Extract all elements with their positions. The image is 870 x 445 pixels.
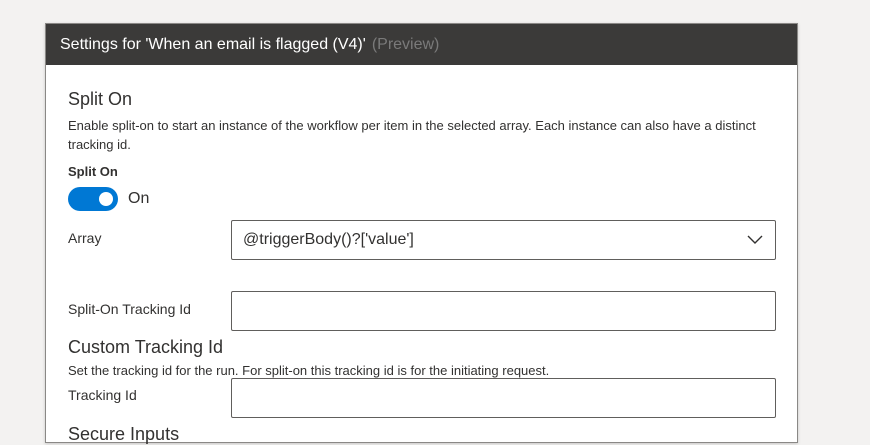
dialog-header: Settings for 'When an email is flagged (… [46,24,797,65]
split-on-toggle-state: On [128,190,150,207]
preview-label: (Preview) [371,35,440,53]
secure-inputs-section-title: Secure Inputs [68,424,180,444]
settings-dialog: Settings for 'When an email is flagged (… [45,23,798,444]
custom-tracking-section-title: Custom Tracking Id [68,337,224,357]
split-on-toggle[interactable] [68,187,118,211]
chevron-down-icon[interactable] [735,221,775,259]
dialog-title: Settings for 'When an email is flagged (… [60,35,366,53]
split-on-tracking-id-input[interactable] [231,291,776,331]
split-on-section-title: Split On [68,89,133,109]
toggle-knob [99,192,113,206]
split-on-description: Enable split-on to start an instance of … [68,118,756,152]
split-on-toggle-label: Split On [68,164,118,179]
tracking-id-label: Tracking Id [68,387,137,403]
tracking-id-input[interactable] [231,378,776,418]
array-label: Array [68,230,102,246]
split-on-toggle-row: On [68,187,149,211]
split-on-tracking-id-label: Split-On Tracking Id [68,301,191,317]
array-dropdown[interactable]: @triggerBody()?['value'] [231,220,776,260]
array-dropdown-value: @triggerBody()?['value'] [243,231,414,248]
